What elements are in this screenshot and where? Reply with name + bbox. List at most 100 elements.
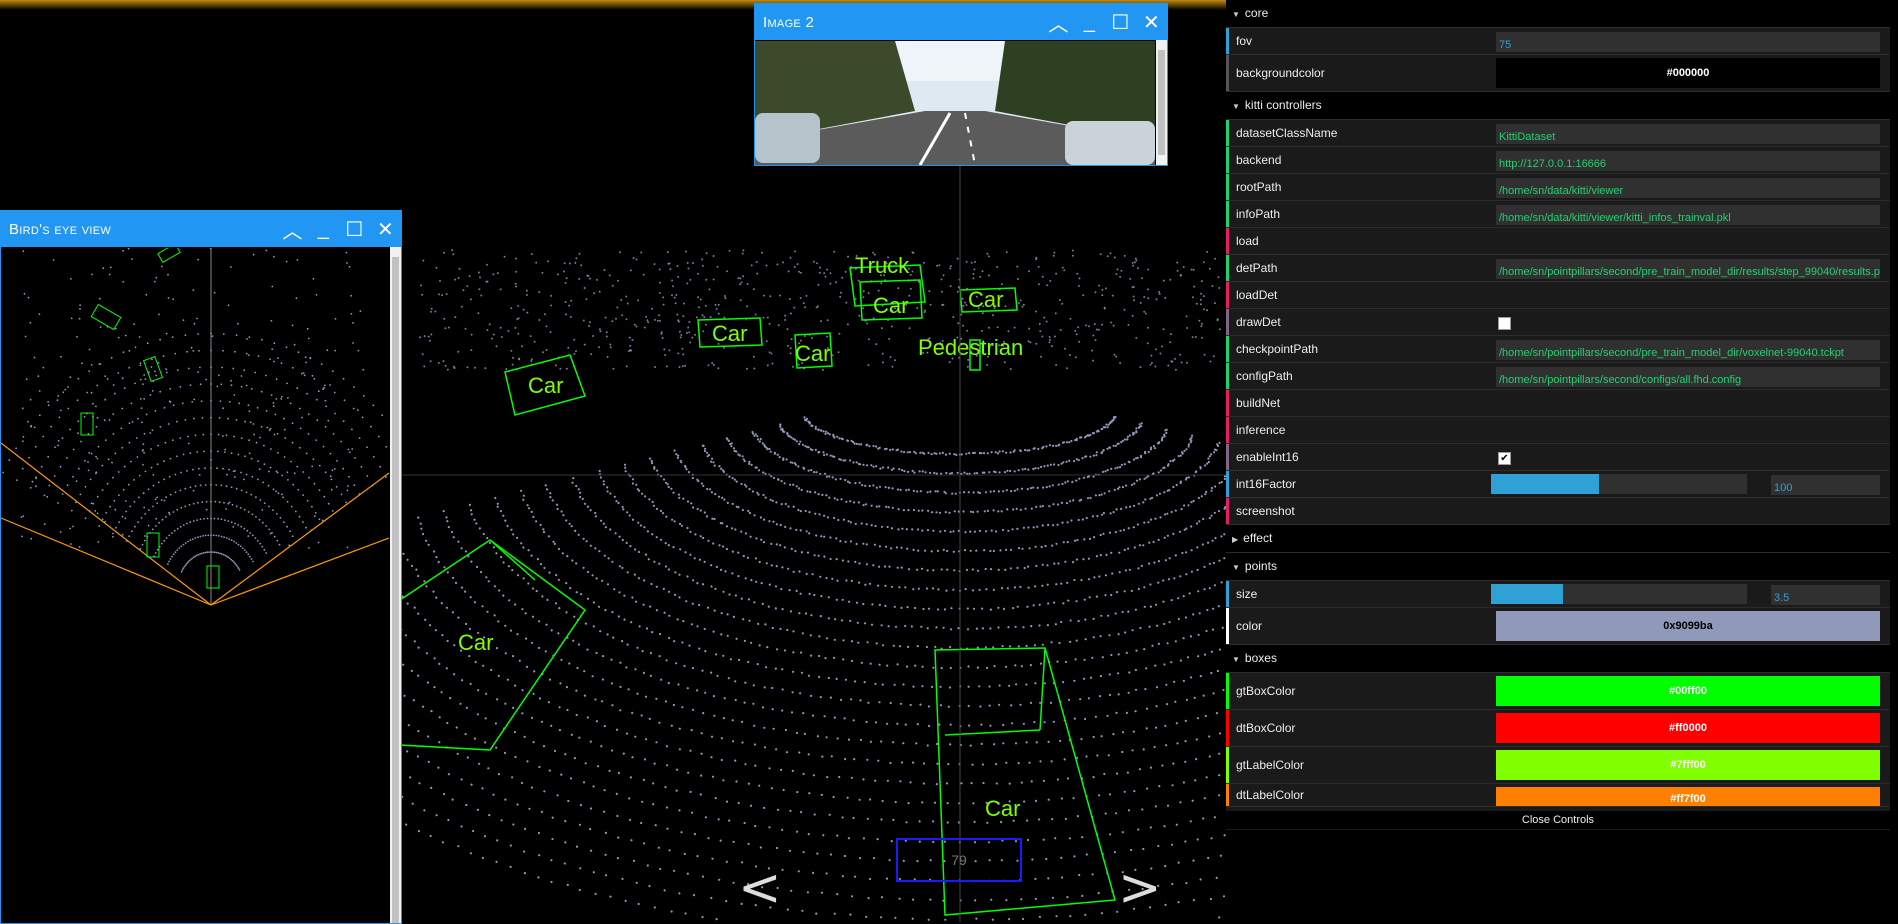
drawdet-checkbox[interactable] bbox=[1498, 317, 1511, 330]
folder-title: points bbox=[1244, 559, 1277, 573]
row-drawdet: drawDet bbox=[1226, 309, 1890, 336]
row-color: color 0x9099ba bbox=[1226, 608, 1890, 645]
enableint16-label: enableInt16 bbox=[1236, 450, 1299, 464]
caret-down-icon: ▼ bbox=[1232, 102, 1240, 111]
inference-label: inference bbox=[1236, 423, 1286, 437]
row-backend: backend http://127.0.0.1:16666 bbox=[1226, 147, 1890, 174]
caret-down-icon: ▼ bbox=[1232, 655, 1240, 664]
folder-points[interactable]: ▼ points bbox=[1226, 553, 1890, 581]
loaddet-label: loadDet bbox=[1236, 288, 1278, 302]
row-datasetclassname: datasetClassName KittiDataset bbox=[1226, 120, 1890, 147]
caret-down-icon: ▼ bbox=[1232, 563, 1240, 572]
buildnet-button[interactable]: buildNet bbox=[1226, 390, 1890, 417]
gtlabelcolor-label: gtLabelColor bbox=[1236, 758, 1305, 772]
row-enableint16: enableInt16 ✔ bbox=[1226, 444, 1890, 471]
color-label: color bbox=[1236, 619, 1263, 633]
backgroundcolor-label: backgroundcolor bbox=[1236, 66, 1325, 80]
load-button[interactable]: load bbox=[1226, 228, 1890, 255]
int16factor-slider[interactable] bbox=[1491, 474, 1747, 494]
detpath-label: detPath bbox=[1236, 261, 1278, 275]
color-picker[interactable]: 0x9099ba bbox=[1496, 611, 1880, 641]
minimize-icon[interactable]: _ bbox=[308, 211, 339, 247]
birds-eye-view-window[interactable]: Bird's eye view ︿ _ ☐ ✕ bbox=[0, 210, 402, 924]
controls-panel[interactable]: ▼ core fov 75 backgroundcolor #000000 ▼ kitt… bbox=[1226, 0, 1890, 830]
folder-title: core bbox=[1244, 6, 1269, 20]
fov-label: fov bbox=[1236, 34, 1253, 48]
configpath-label: configPath bbox=[1236, 369, 1293, 383]
drawdet-label: drawDet bbox=[1236, 315, 1281, 329]
dtlabelcolor-picker[interactable]: #ff7f00 bbox=[1496, 787, 1880, 806]
size-slider[interactable] bbox=[1491, 584, 1747, 604]
configpath-input[interactable]: /home/sn/pointpillars/second/configs/all… bbox=[1496, 367, 1880, 387]
gtboxcolor-picker[interactable]: #00ff00 bbox=[1496, 676, 1880, 706]
frame-index-input[interactable] bbox=[896, 838, 1022, 882]
maximize-icon[interactable]: ☐ bbox=[1105, 4, 1136, 40]
caret-down-icon: ▼ bbox=[1232, 10, 1240, 19]
fov-input[interactable]: 75 bbox=[1496, 32, 1880, 52]
dtboxcolor-picker[interactable]: #ff0000 bbox=[1496, 713, 1880, 743]
checkpointpath-label: checkpointPath bbox=[1236, 342, 1319, 356]
screenshot-button[interactable]: screenshot bbox=[1226, 498, 1890, 525]
folder-title: effect bbox=[1243, 531, 1273, 545]
chevron-up-icon[interactable]: ︿ bbox=[1043, 4, 1074, 40]
enableint16-checkbox[interactable]: ✔ bbox=[1498, 452, 1511, 465]
int16factor-input[interactable]: 100 bbox=[1771, 475, 1880, 495]
image-window-titlebar[interactable]: Image 2 ︿ _ ☐ ✕ bbox=[755, 4, 1167, 40]
row-gtlabelcolor: gtLabelColor #7fff00 bbox=[1226, 747, 1890, 784]
row-size: size 3.5 bbox=[1226, 581, 1890, 608]
gtlabelcolor-picker[interactable]: #7fff00 bbox=[1496, 750, 1880, 780]
size-label: size bbox=[1236, 587, 1258, 601]
inference-button[interactable]: inference bbox=[1226, 417, 1890, 444]
backgroundcolor-picker[interactable]: #000000 bbox=[1496, 58, 1880, 88]
detpath-input[interactable]: /home/sn/pointpillars/second/pre_train_m… bbox=[1496, 259, 1880, 279]
bev-canvas bbox=[1, 248, 389, 606]
folder-title: kitti controllers bbox=[1244, 98, 1322, 112]
bev-window-scrollbar[interactable] bbox=[390, 247, 401, 923]
int16factor-label: int16Factor bbox=[1236, 477, 1297, 491]
folder-core[interactable]: ▼ core bbox=[1226, 0, 1890, 28]
minimize-icon[interactable]: _ bbox=[1074, 4, 1105, 40]
size-input[interactable]: 3.5 bbox=[1771, 585, 1880, 605]
folder-boxes[interactable]: ▼ boxes bbox=[1226, 645, 1890, 673]
close-controls-button[interactable]: Close Controls bbox=[1226, 811, 1890, 829]
bev-window-titlebar[interactable]: Bird's eye view ︿ _ ☐ ✕ bbox=[1, 211, 401, 247]
infopath-label: infoPath bbox=[1236, 207, 1281, 221]
gtboxcolor-label: gtBoxColor bbox=[1236, 684, 1296, 698]
row-gtboxcolor: gtBoxColor #00ff00 bbox=[1226, 673, 1890, 710]
row-fov: fov 75 bbox=[1226, 28, 1890, 55]
folder-kitti-controllers[interactable]: ▼ kitti controllers bbox=[1226, 92, 1890, 120]
loaddet-button[interactable]: loadDet bbox=[1226, 282, 1890, 309]
datasetclassname-input[interactable]: KittiDataset bbox=[1496, 124, 1880, 144]
folder-effect[interactable]: ▶ effect bbox=[1226, 525, 1890, 553]
image-window[interactable]: Image 2 ︿ _ ☐ ✕ bbox=[754, 3, 1168, 166]
close-icon[interactable]: ✕ bbox=[1136, 4, 1167, 40]
backend-input[interactable]: http://127.0.0.1:16666 bbox=[1496, 151, 1880, 171]
close-icon[interactable]: ✕ bbox=[370, 211, 401, 247]
backend-label: backend bbox=[1236, 153, 1282, 167]
next-frame-button[interactable]: > bbox=[1118, 862, 1162, 914]
chevron-up-icon[interactable]: ︿ bbox=[277, 211, 308, 247]
bev-window-title: Bird's eye view bbox=[9, 220, 112, 238]
folder-title: boxes bbox=[1244, 651, 1277, 665]
row-backgroundcolor: backgroundcolor #000000 bbox=[1226, 55, 1890, 92]
previous-frame-button[interactable]: < bbox=[738, 862, 782, 914]
dtlabelcolor-label: dtLabelColor bbox=[1236, 788, 1305, 802]
rootpath-input[interactable]: /home/sn/data/kitti/viewer bbox=[1496, 178, 1880, 198]
row-infopath: infoPath/home/sn/data/kitti/viewer/kitti… bbox=[1226, 201, 1890, 228]
camera-image bbox=[755, 41, 1155, 165]
infopath-input[interactable]: /home/sn/data/kitti/viewer/kitti_infos_t… bbox=[1496, 205, 1880, 225]
rootpath-label: rootPath bbox=[1236, 180, 1282, 194]
maximize-icon[interactable]: ☐ bbox=[339, 211, 370, 247]
row-detpath: detPath/home/sn/pointpillars/second/pre_… bbox=[1226, 255, 1890, 282]
checkpointpath-input[interactable]: /home/sn/pointpillars/second/pre_train_m… bbox=[1496, 340, 1880, 360]
row-dtboxcolor: dtBoxColor #ff0000 bbox=[1226, 710, 1890, 747]
datasetclassname-label: datasetClassName bbox=[1236, 126, 1338, 140]
row-int16factor: int16Factor 100 bbox=[1226, 471, 1890, 498]
load-label: load bbox=[1236, 234, 1259, 248]
row-checkpointpath: checkpointPath/home/sn/pointpillars/seco… bbox=[1226, 336, 1890, 363]
image-window-title: Image 2 bbox=[763, 13, 815, 31]
caret-right-icon: ▶ bbox=[1232, 535, 1239, 544]
buildnet-label: buildNet bbox=[1236, 396, 1281, 410]
row-dtlabelcolor: dtLabelColor #ff7f00 bbox=[1226, 784, 1890, 807]
image-window-scrollbar[interactable] bbox=[1156, 40, 1167, 165]
